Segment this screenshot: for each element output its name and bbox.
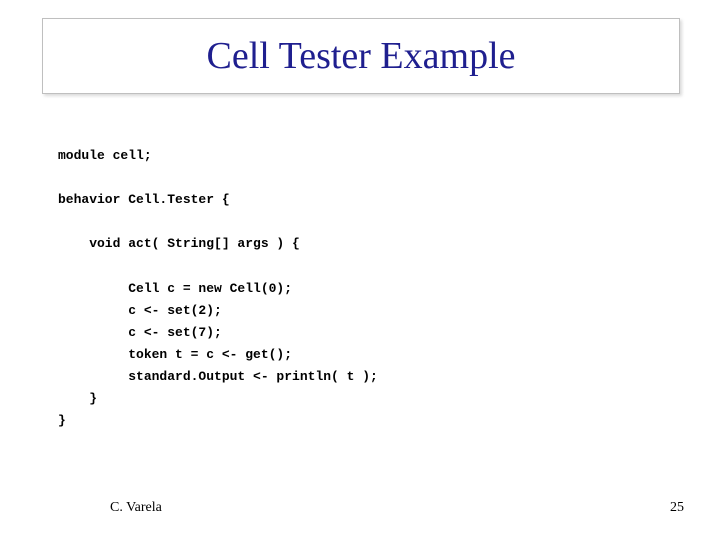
title-box: Cell Tester Example [42, 18, 680, 94]
footer-page-number: 25 [670, 500, 684, 516]
footer-author: C. Varela [110, 500, 162, 516]
slide-title: Cell Tester Example [207, 34, 516, 78]
code-block: module cell; behavior Cell.Tester { void… [58, 145, 378, 432]
